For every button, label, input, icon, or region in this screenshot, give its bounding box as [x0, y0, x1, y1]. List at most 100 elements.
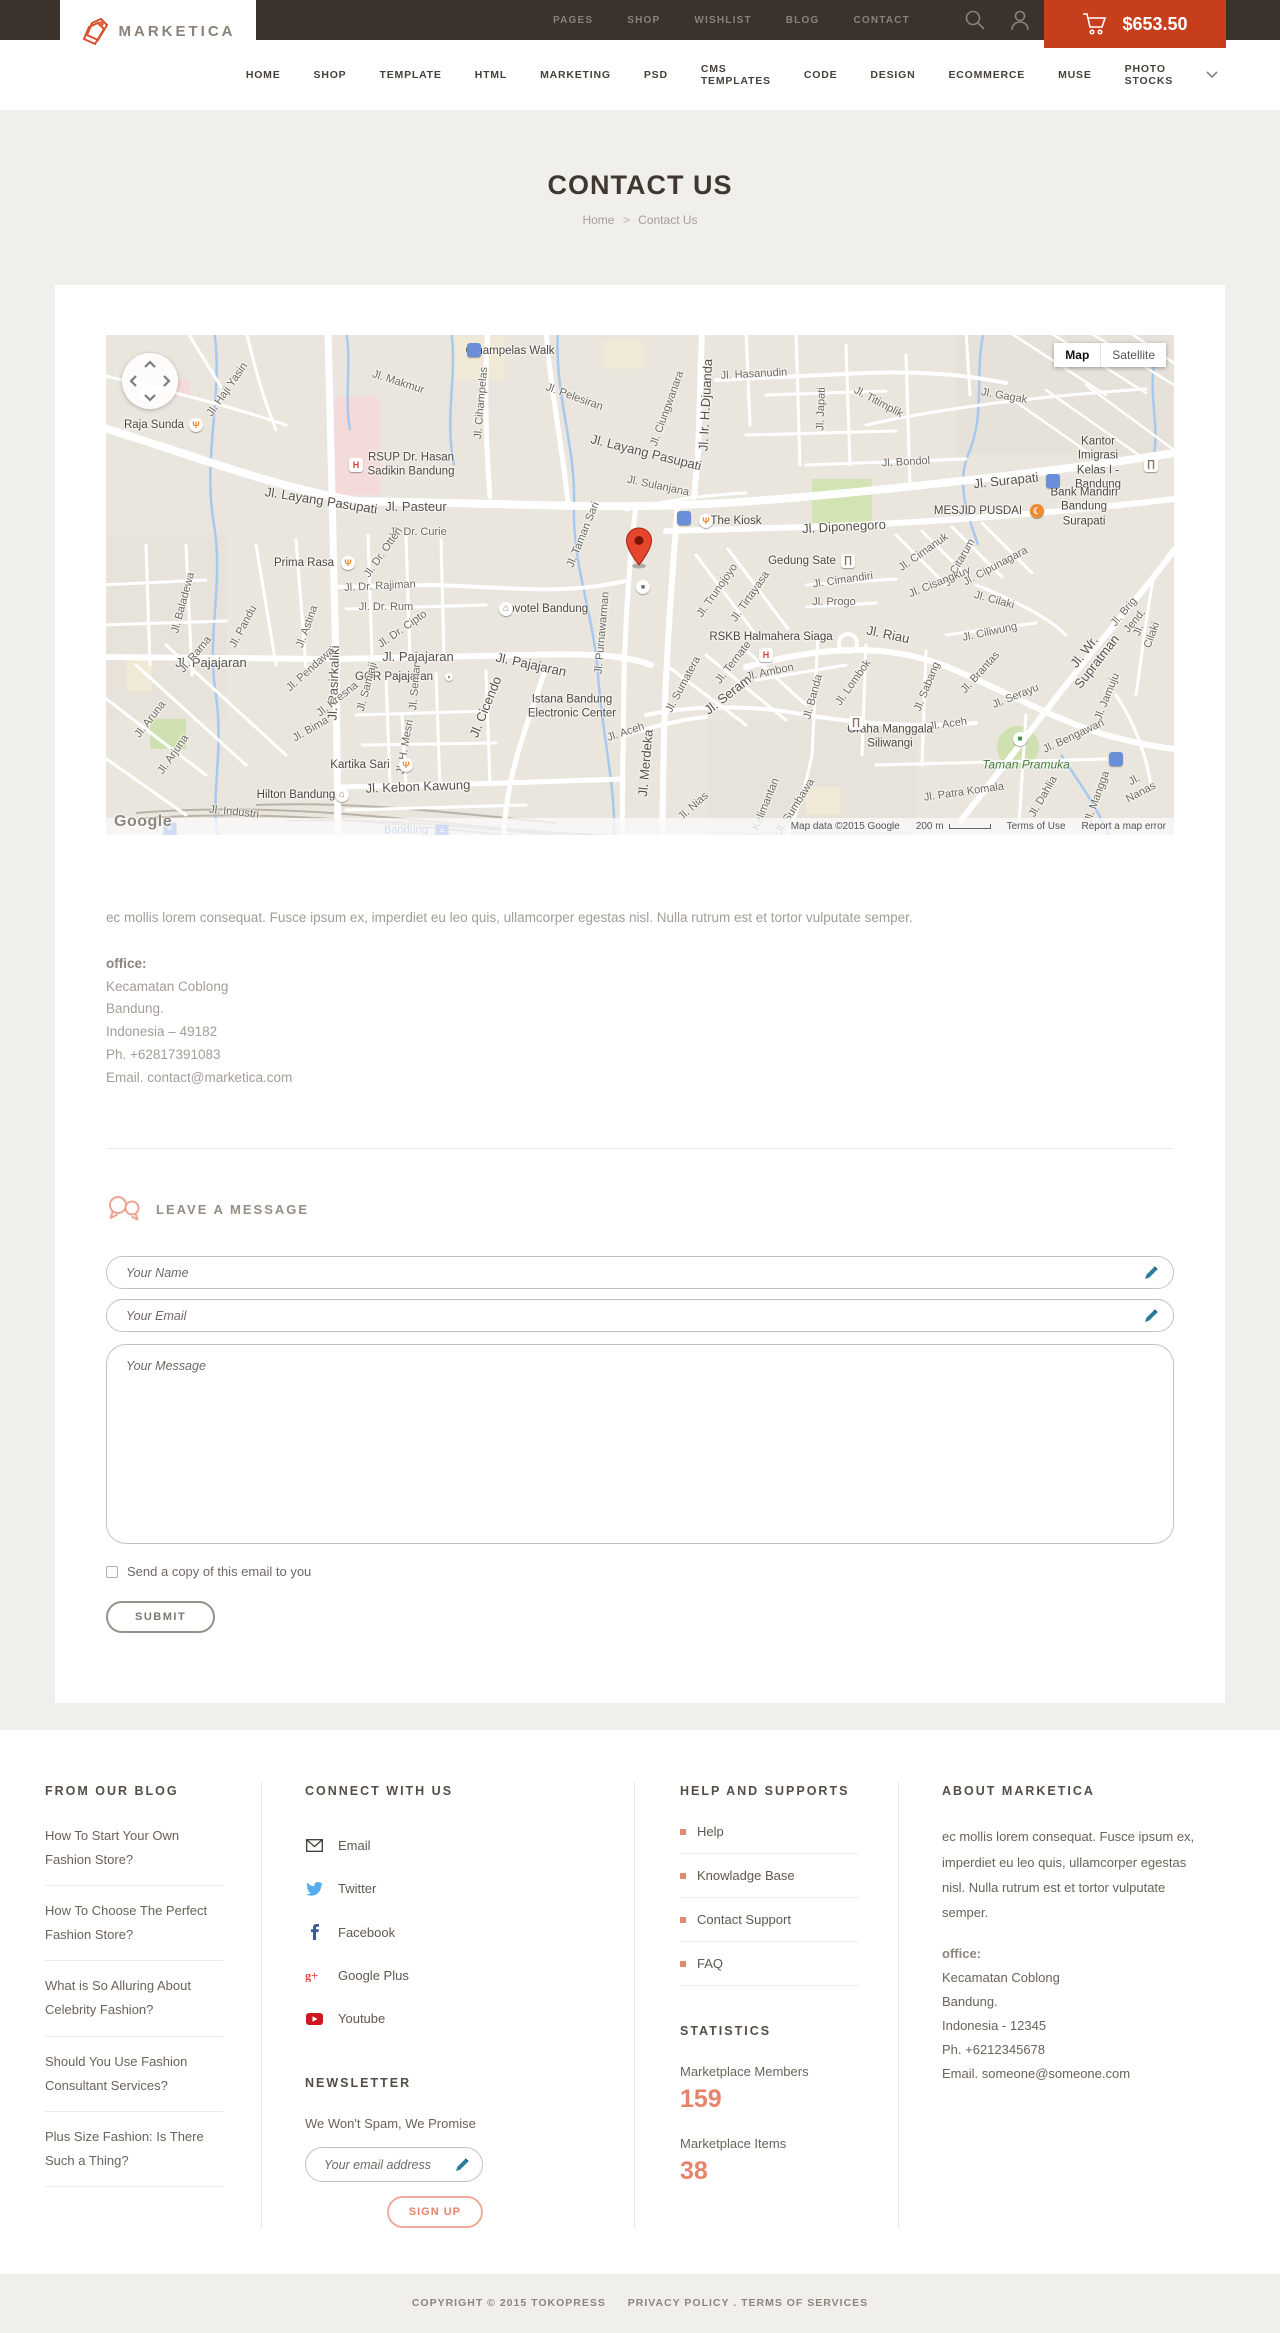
footer: FROM OUR BLOG How To Start Your Own Fash…: [0, 1730, 1280, 2275]
category-nav-item[interactable]: CODE: [804, 69, 838, 81]
office-label: office:: [106, 955, 147, 971]
about-text: ec mollis lorem consequat. Fusce ipsum e…: [942, 1829, 1195, 1921]
help-link[interactable]: FAQ: [680, 1942, 858, 1987]
copyright-text: COPYRIGHT © 2015 TOKOPRESS: [411, 2297, 606, 2310]
terms-of-use-link[interactable]: Terms of Use: [1007, 821, 1066, 832]
content-card: Cihampelas Walk Jl. Hasanudin Raja Sunda Jl…: [55, 285, 1225, 1704]
footer-help-column: HELP AND SUPPORTS Help Knowladge Base Co…: [635, 1782, 899, 2229]
contact-info: ec mollis lorem consequat. Fusce ipsum e…: [106, 835, 1174, 1150]
help-link[interactable]: Knowladge Base: [680, 1854, 858, 1899]
connect-column-title: CONNECT WITH US: [305, 1784, 454, 1799]
blog-column-title: FROM OUR BLOG: [45, 1784, 179, 1799]
intro-text: ec mollis lorem consequat. Fusce ipsum e…: [106, 910, 913, 925]
youtube-icon: [305, 2012, 323, 2025]
blog-post-link[interactable]: How To Start Your Own Fashion Store?: [45, 1824, 223, 1887]
cart-button[interactable]: $653.50: [1044, 0, 1226, 48]
square-bullet: [680, 1916, 686, 1923]
signup-button[interactable]: SIGN UP: [386, 2196, 483, 2229]
footer-blog-column: FROM OUR BLOG How To Start Your Own Fash…: [0, 1782, 262, 2229]
category-nav-item[interactable]: PHOTO STOCKS: [1125, 63, 1173, 87]
copyright-separator: .: [733, 2297, 738, 2310]
satellite-view-button[interactable]: Satellite: [1100, 343, 1166, 367]
category-nav-item[interactable]: ECOMMERCE: [948, 69, 1025, 81]
cart-icon: [1082, 12, 1108, 36]
form-heading: LEAVE A MESSAGE: [156, 1202, 310, 1218]
message-textarea[interactable]: [106, 1344, 1174, 1545]
category-nav-item[interactable]: CMS TEMPLATES: [701, 63, 771, 87]
facebook-icon: [305, 1924, 323, 1941]
main-nav-item[interactable]: PAGES: [553, 15, 593, 26]
email-icon: [305, 1839, 323, 1853]
office-line: Ph. +6212345678: [942, 2041, 1046, 2057]
newsletter-section: NEWSLETTER We Won't Spam, We Promise SIG…: [305, 2076, 483, 2229]
newsletter-tagline: We Won't Spam, We Promise: [305, 2116, 476, 2132]
office-line: Email. someone@someone.com: [942, 2065, 1131, 2081]
office-line: Indonesia – 49182: [106, 1024, 218, 1040]
report-map-error-link[interactable]: Report a map error: [1082, 821, 1166, 832]
map-type-buttons: Map Satellite: [1054, 343, 1166, 367]
blog-post-link[interactable]: How To Choose The Perfect Fashion Store?: [45, 1886, 223, 1962]
chat-bubbles-icon: [106, 1195, 142, 1224]
name-input[interactable]: [106, 1256, 1174, 1290]
page-head: CONTACT US Home > Contact Us: [0, 110, 1280, 285]
help-column-title: HELP AND SUPPORTS: [680, 1784, 850, 1799]
map-view-button[interactable]: Map: [1054, 343, 1101, 367]
office-address: office: Kecamatan Coblong Bandung. Indones…: [106, 953, 1174, 1091]
location-marker-pin[interactable]: [625, 527, 653, 574]
map-pan-control[interactable]: [122, 353, 178, 409]
blog-post-link[interactable]: What is So Alluring About Celebrity Fash…: [45, 1961, 223, 2037]
cart-total: $653.50: [1122, 13, 1188, 34]
newsletter-email-input[interactable]: [305, 2147, 483, 2183]
category-nav-item[interactable]: TEMPLATE: [380, 69, 442, 81]
social-link[interactable]: Email: [305, 1824, 483, 1867]
main-nav-item[interactable]: SHOP: [627, 15, 660, 26]
user-account-icon[interactable]: [1010, 9, 1030, 31]
category-nav-item[interactable]: MUSE: [1058, 69, 1092, 81]
main-nav-item[interactable]: WISHLIST: [694, 15, 751, 26]
help-link[interactable]: Help: [680, 1824, 858, 1855]
copyright-bar: COPYRIGHT © 2015 TOKOPRESS PRIVACY POLIC…: [0, 2274, 1280, 2333]
breadcrumb: Home > Contact Us: [0, 213, 1280, 227]
chevron-down-icon[interactable]: [1206, 71, 1218, 79]
category-nav-item[interactable]: SHOP: [314, 69, 347, 81]
google-map[interactable]: Cihampelas Walk Jl. Hasanudin Raja Sunda Jl…: [106, 335, 1174, 835]
breadcrumb-home[interactable]: Home: [582, 213, 614, 227]
newsletter-title: NEWSLETTER: [305, 2076, 412, 2091]
terms-of-services-link[interactable]: TERMS OF SERVICES: [741, 2297, 868, 2309]
twitter-icon: [305, 1881, 323, 1896]
help-link[interactable]: Contact Support: [680, 1898, 858, 1943]
office-line: Email. contact@marketica.com: [106, 1070, 293, 1086]
main-nav-item[interactable]: CONTACT: [853, 15, 910, 26]
category-nav-item[interactable]: HTML: [475, 69, 507, 81]
square-bullet: [680, 1828, 686, 1835]
category-nav-item[interactable]: HOME: [246, 69, 281, 81]
gplus-icon: g+: [305, 1969, 323, 1982]
social-link[interactable]: Twitter: [305, 1867, 483, 1910]
privacy-policy-link[interactable]: PRIVACY POLICY: [628, 2297, 730, 2309]
social-link[interactable]: g+ Google Plus: [305, 1954, 483, 1997]
main-nav: PAGES SHOP WISHLIST BLOG CONTACT: [553, 0, 910, 40]
category-nav-item[interactable]: PSD: [644, 69, 668, 81]
brand-name: MARKETICA: [118, 22, 236, 40]
office-line: Bandung.: [106, 1001, 164, 1017]
map-canvas: [106, 335, 1174, 835]
category-nav-item[interactable]: MARKETING: [540, 69, 611, 81]
blog-post-link[interactable]: Should You Use Fashion Consultant Servic…: [45, 2037, 223, 2112]
map-data-credit: Map data ©2015 Google: [790, 821, 900, 832]
category-nav-item[interactable]: DESIGN: [870, 69, 915, 81]
about-column-title: ABOUT MARKETICA: [942, 1784, 1095, 1799]
price-tag-icon: [81, 15, 109, 47]
scale-bar: [948, 824, 991, 829]
email-input[interactable]: [106, 1299, 1174, 1333]
search-icon[interactable]: [964, 9, 986, 31]
submit-button[interactable]: SUBMIT: [106, 1601, 216, 1634]
stat-item: Marketplace Members 159: [680, 2064, 809, 2114]
square-bullet: [680, 1872, 686, 1879]
brand-logo[interactable]: MARKETICA: [60, 0, 256, 62]
social-link[interactable]: Facebook: [305, 1910, 483, 1954]
send-copy-checkbox[interactable]: [106, 1565, 118, 1578]
social-link[interactable]: Youtube: [305, 1997, 483, 2040]
blog-post-link[interactable]: Plus Size Fashion: Is There Such a Thing…: [45, 2112, 223, 2187]
main-nav-item[interactable]: BLOG: [786, 15, 820, 26]
square-bullet: [680, 1960, 686, 1967]
